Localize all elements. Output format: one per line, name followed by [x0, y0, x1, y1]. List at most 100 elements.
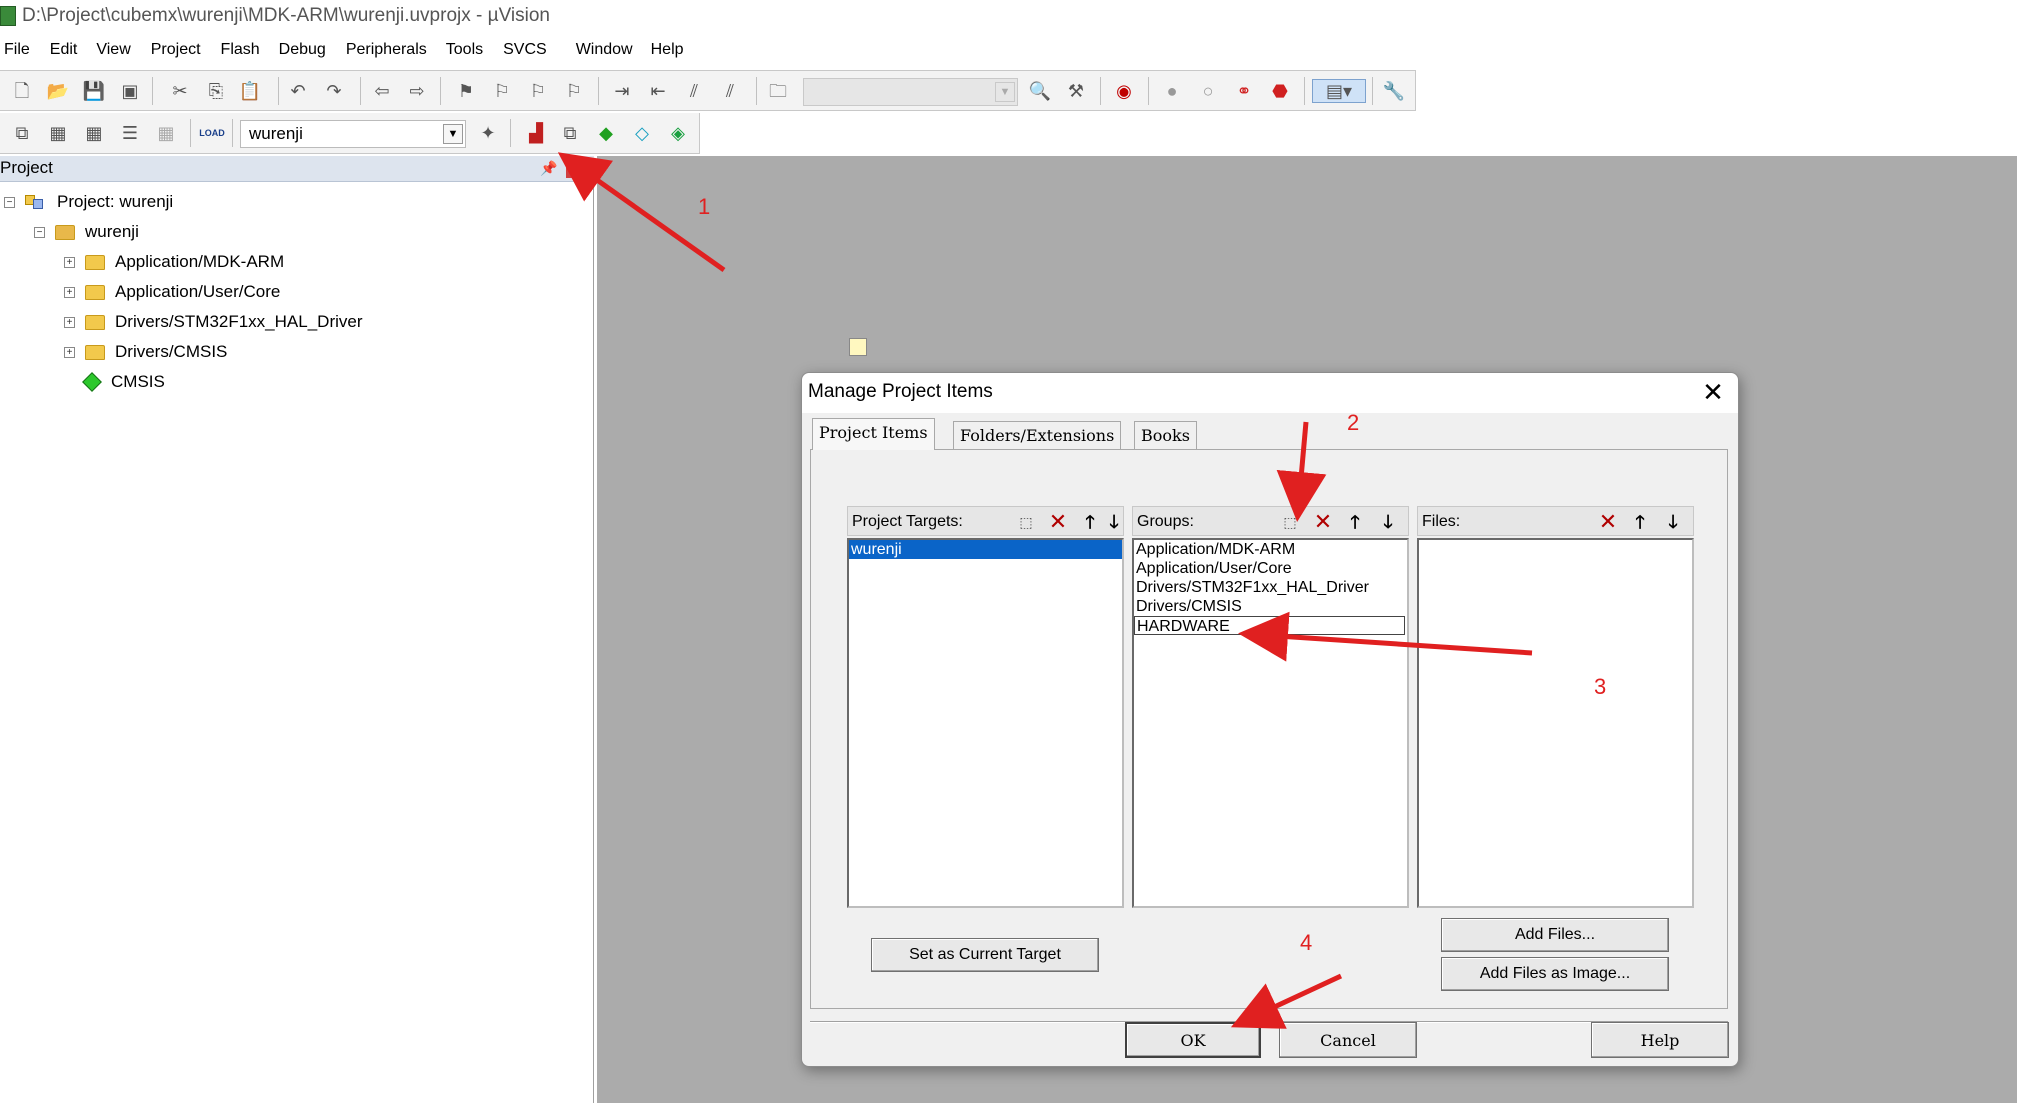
find-icon[interactable]: 🔍 [1028, 79, 1052, 103]
options-for-target-icon[interactable]: ✦ [476, 121, 500, 145]
ok-button[interactable]: OK [1125, 1022, 1261, 1058]
paste-icon[interactable]: 📋 [238, 79, 262, 103]
delete-group-icon[interactable]: ✕ [1311, 511, 1335, 533]
stop-build-icon[interactable]: ▦ [154, 121, 178, 145]
enable-breakpoint-icon[interactable]: ○ [1196, 79, 1220, 103]
menu-svcs[interactable]: SVCS [503, 38, 547, 64]
download-icon[interactable]: LOAD [199, 121, 225, 145]
collapse-icon[interactable]: − [34, 226, 45, 238]
project-targets-list[interactable]: wurenji [847, 538, 1124, 908]
build-icon[interactable]: ▦ [46, 121, 70, 145]
configure-icon[interactable]: 🔧 [1382, 79, 1406, 103]
list-item[interactable]: wurenji [849, 540, 1122, 559]
expand-icon[interactable]: + [64, 256, 75, 268]
tab-project-items[interactable]: Project Items [812, 418, 935, 450]
disable-breakpoints-icon[interactable]: ⚭ [1232, 79, 1256, 103]
unindent-icon[interactable]: ⇤ [646, 79, 670, 103]
move-down-icon[interactable]: 🡓 [1102, 511, 1126, 533]
new-file-icon[interactable]: 🗋 [10, 79, 34, 103]
previous-bookmark-icon[interactable]: ⚐ [490, 79, 514, 103]
save-icon[interactable]: 💾 [82, 79, 106, 103]
insert-breakpoint-icon[interactable]: ● [1160, 79, 1184, 103]
pack-installer-icon[interactable]: ◈ [666, 121, 690, 145]
new-target-icon[interactable]: ⬚ [1014, 511, 1038, 533]
window-layout-icon[interactable]: ▤▾ [1312, 79, 1366, 103]
move-up-icon[interactable]: 🡑 [1343, 511, 1367, 533]
menu-debug[interactable]: Debug [279, 38, 326, 64]
delete-target-icon[interactable]: ✕ [1046, 511, 1070, 533]
chevron-down-icon[interactable]: ▼ [995, 82, 1015, 102]
incremental-find-icon[interactable]: ⚒ [1064, 79, 1088, 103]
tree-target[interactable]: − wurenji [34, 222, 139, 242]
find-combo[interactable]: ▼ [803, 78, 1018, 106]
menu-help[interactable]: Help [651, 38, 684, 64]
translate-icon[interactable]: ⧉ [10, 121, 34, 145]
navigate-back-icon[interactable]: ⇦ [370, 79, 394, 103]
navigate-forward-icon[interactable]: ⇨ [405, 79, 429, 103]
open-file-icon[interactable]: 📂 [46, 79, 70, 103]
cut-icon[interactable]: ✂ [168, 79, 192, 103]
list-item[interactable]: Application/User/Core [1134, 559, 1407, 578]
clear-bookmarks-icon[interactable]: ⚐ [562, 79, 586, 103]
close-icon[interactable]: ✕ [1698, 377, 1728, 408]
find-in-files-icon[interactable]: 🗀 [766, 79, 790, 103]
tree-component[interactable]: CMSIS [81, 372, 165, 392]
next-bookmark-icon[interactable]: ⚐ [526, 79, 550, 103]
menu-tools[interactable]: Tools [446, 38, 483, 64]
help-button[interactable]: Help [1591, 1022, 1729, 1058]
collapse-icon[interactable]: − [4, 196, 15, 208]
close-icon[interactable]: ✕ [566, 160, 584, 178]
tab-folders-extensions[interactable]: Folders/Extensions [953, 421, 1122, 449]
manage-run-time-environment-icon[interactable]: ◆ [594, 121, 618, 145]
delete-file-icon[interactable]: ✕ [1596, 511, 1620, 533]
uncomment-icon[interactable]: ⫽ [718, 79, 742, 103]
files-list[interactable] [1417, 538, 1694, 908]
tab-books[interactable]: Books [1134, 421, 1197, 449]
list-item[interactable]: Drivers/CMSIS [1134, 597, 1407, 616]
menu-peripherals[interactable]: Peripherals [346, 38, 427, 64]
menu-flash[interactable]: Flash [221, 38, 260, 64]
insert-bookmark-icon[interactable]: ⚑ [454, 79, 478, 103]
groups-list[interactable]: Application/MDK-ARM Application/User/Cor… [1132, 538, 1409, 908]
pin-icon[interactable]: 📌 [540, 160, 557, 177]
group-name-edit-field[interactable]: HARDWARE [1134, 616, 1405, 635]
manage-multi-project-icon[interactable]: ⧉ [558, 121, 582, 145]
move-up-icon[interactable]: 🡑 [1078, 511, 1102, 533]
list-item[interactable]: Application/MDK-ARM [1134, 540, 1407, 559]
set-as-current-target-button[interactable]: Set as Current Target [871, 938, 1099, 972]
expand-icon[interactable]: + [64, 316, 75, 328]
manage-project-items-icon[interactable]: ▟ [524, 121, 548, 145]
tree-group[interactable]: + Drivers/STM32F1xx_HAL_Driver [64, 312, 363, 332]
kill-breakpoints-icon[interactable]: ⬣ [1268, 79, 1292, 103]
redo-icon[interactable]: ↷ [322, 79, 346, 103]
undo-icon[interactable]: ↶ [286, 79, 310, 103]
tree-group[interactable]: + Application/User/Core [64, 282, 280, 302]
tree-group[interactable]: + Drivers/CMSIS [64, 342, 227, 362]
move-up-icon[interactable]: 🡑 [1628, 511, 1652, 533]
select-software-packs-icon[interactable]: ◇ [630, 121, 654, 145]
tree-group[interactable]: + Application/MDK-ARM [64, 252, 284, 272]
menu-view[interactable]: View [96, 38, 130, 64]
batch-build-icon[interactable]: ☰ [118, 121, 142, 145]
menu-project[interactable]: Project [151, 38, 201, 64]
new-group-icon[interactable]: ⬚ [1278, 511, 1302, 533]
expand-icon[interactable]: + [64, 346, 75, 358]
cancel-button[interactable]: Cancel [1279, 1022, 1417, 1058]
move-down-icon[interactable]: 🡓 [1661, 511, 1685, 533]
target-select[interactable]: wurenji ▼ [240, 120, 466, 148]
chevron-down-icon[interactable]: ▼ [443, 124, 463, 144]
menu-edit[interactable]: Edit [50, 38, 78, 64]
list-item[interactable]: Drivers/STM32F1xx_HAL_Driver [1134, 578, 1407, 597]
save-all-icon[interactable]: ▣ [118, 79, 142, 103]
start-debug-icon[interactable]: ◉ [1112, 79, 1136, 103]
add-files-as-image-button[interactable]: Add Files as Image... [1441, 957, 1669, 991]
comment-icon[interactable]: ⫽ [682, 79, 706, 103]
menu-window[interactable]: Window [576, 38, 633, 64]
menu-file[interactable]: File [4, 38, 30, 64]
add-files-button[interactable]: Add Files... [1441, 918, 1669, 952]
rebuild-icon[interactable]: ▦ [82, 121, 106, 145]
move-down-icon[interactable]: 🡓 [1376, 511, 1400, 533]
expand-icon[interactable]: + [64, 286, 75, 298]
indent-icon[interactable]: ⇥ [610, 79, 634, 103]
tree-root-project[interactable]: − Project: wurenji [4, 192, 173, 212]
